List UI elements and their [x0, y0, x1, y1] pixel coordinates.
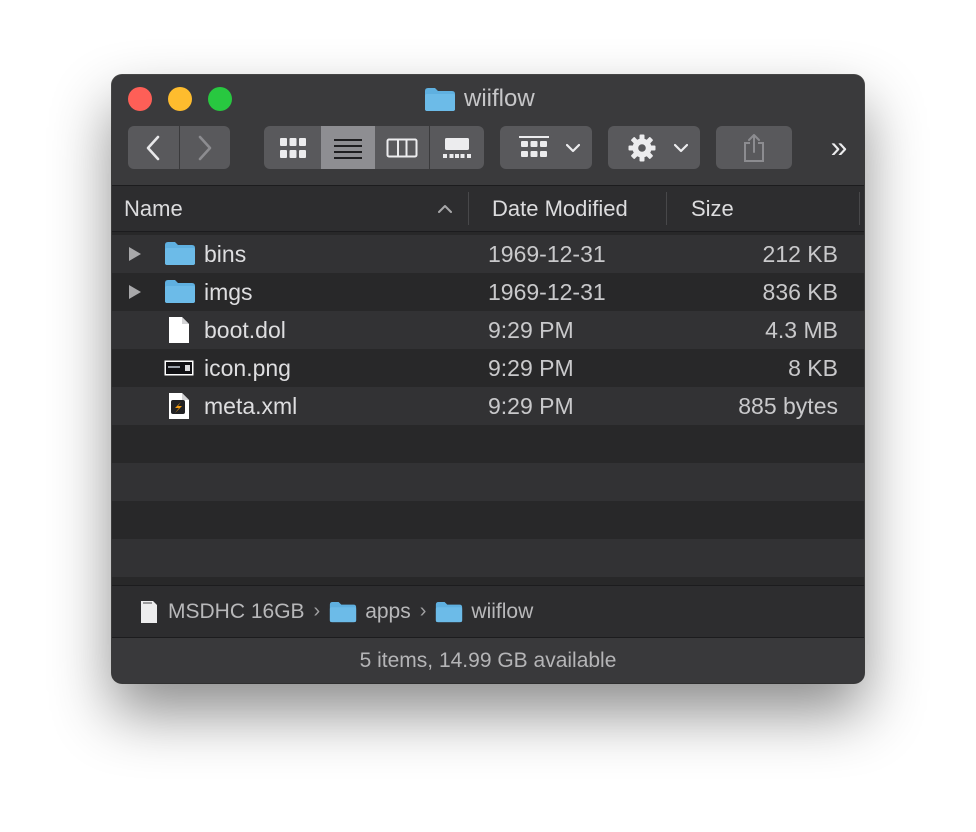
window-title-text: wiiflow	[464, 85, 535, 112]
empty-row	[112, 577, 864, 585]
column-date-header[interactable]: Date Modified	[492, 186, 628, 231]
forward-button[interactable]	[180, 126, 230, 169]
gallery-view-button[interactable]	[430, 126, 484, 169]
folder-icon	[425, 87, 455, 111]
disclosure-triangle-icon[interactable]	[128, 284, 142, 300]
path-item-label: apps	[365, 599, 411, 623]
path-bar: MSDHC 16GB › apps › wiiflow	[112, 585, 864, 637]
path-item-label: wiiflow	[471, 599, 534, 623]
folder-icon	[436, 601, 463, 622]
column-view-icon	[386, 138, 418, 157]
file-date: 1969-12-31	[488, 241, 606, 267]
folder-icon	[165, 242, 195, 265]
forward-chevron-icon	[198, 135, 212, 160]
file-name: boot.dol	[204, 317, 286, 343]
document-icon	[169, 317, 189, 343]
disclosure-triangle-icon[interactable]	[128, 246, 142, 262]
file-name: meta.xml	[204, 393, 298, 419]
toolbar-overflow-button[interactable]: »	[820, 126, 858, 169]
path-item-label: MSDHC 16GB	[168, 599, 305, 623]
file-row[interactable]: imgs 1969-12-31 836 KB	[112, 273, 864, 311]
folder-icon	[165, 280, 195, 303]
xml-document-icon	[169, 393, 189, 419]
group-by-button[interactable]	[500, 126, 592, 169]
column-header: Name Date Modified Size	[112, 186, 864, 232]
file-row[interactable]: icon.png 9:29 PM 8 KB	[112, 349, 864, 387]
file-size: 836 KB	[762, 279, 838, 305]
finder-window: wiiflow » Name Date Modified Size bins 1…	[112, 75, 864, 683]
file-size: 8 KB	[788, 355, 838, 381]
title-bar: wiiflow »	[112, 75, 864, 186]
back-chevron-icon	[146, 135, 160, 160]
share-button[interactable]	[716, 126, 792, 169]
path-item[interactable]: wiiflow	[435, 600, 533, 624]
file-size: 4.3 MB	[765, 317, 838, 343]
window-title: wiiflow	[424, 85, 535, 113]
file-name: icon.png	[204, 355, 291, 381]
file-row[interactable]: bins 1969-12-31 212 KB	[112, 235, 864, 273]
empty-row	[112, 539, 864, 577]
action-menu-button[interactable]	[608, 126, 700, 169]
path-item[interactable]: MSDHC 16GB	[140, 600, 305, 624]
column-name-header[interactable]: Name	[124, 186, 183, 231]
file-row[interactable]: meta.xml 9:29 PM 885 bytes	[112, 387, 864, 425]
close-button[interactable]	[128, 87, 152, 111]
file-date: 9:29 PM	[488, 355, 574, 381]
group-by-icon	[519, 135, 549, 157]
empty-row	[112, 425, 864, 463]
file-name: imgs	[204, 279, 253, 305]
status-bar: 5 items, 14.99 GB available	[112, 637, 864, 683]
share-icon	[744, 133, 764, 162]
back-button[interactable]	[128, 126, 178, 169]
empty-row	[112, 501, 864, 539]
file-size: 885 bytes	[738, 393, 838, 419]
column-view-button[interactable]	[375, 126, 429, 169]
chevron-down-icon	[566, 143, 580, 152]
gear-icon	[628, 134, 656, 161]
icon-view-icon	[279, 137, 306, 158]
column-size-header[interactable]: Size	[691, 186, 734, 231]
chevron-down-icon	[674, 143, 688, 152]
image-thumbnail-icon	[164, 360, 194, 376]
minimize-button[interactable]	[168, 87, 192, 111]
path-item[interactable]: apps	[329, 600, 411, 624]
list-view-icon	[334, 138, 362, 159]
file-size: 212 KB	[762, 241, 838, 267]
list-view-button[interactable]	[321, 126, 375, 169]
path-separator: ›	[313, 600, 321, 622]
view-mode-control	[264, 126, 484, 169]
file-date: 9:29 PM	[488, 393, 574, 419]
back-forward-control	[128, 126, 230, 169]
folder-icon	[330, 601, 357, 622]
file-name: bins	[204, 241, 247, 267]
zoom-button[interactable]	[208, 87, 232, 111]
sd-card-icon	[141, 600, 157, 623]
file-date: 9:29 PM	[488, 317, 574, 343]
gallery-view-icon	[443, 137, 471, 158]
file-row[interactable]: boot.dol 9:29 PM 4.3 MB	[112, 311, 864, 349]
empty-row	[112, 463, 864, 501]
icon-view-button[interactable]	[264, 126, 321, 169]
file-date: 1969-12-31	[488, 279, 606, 305]
sort-ascending-icon[interactable]	[438, 204, 452, 213]
path-separator: ›	[419, 600, 427, 622]
